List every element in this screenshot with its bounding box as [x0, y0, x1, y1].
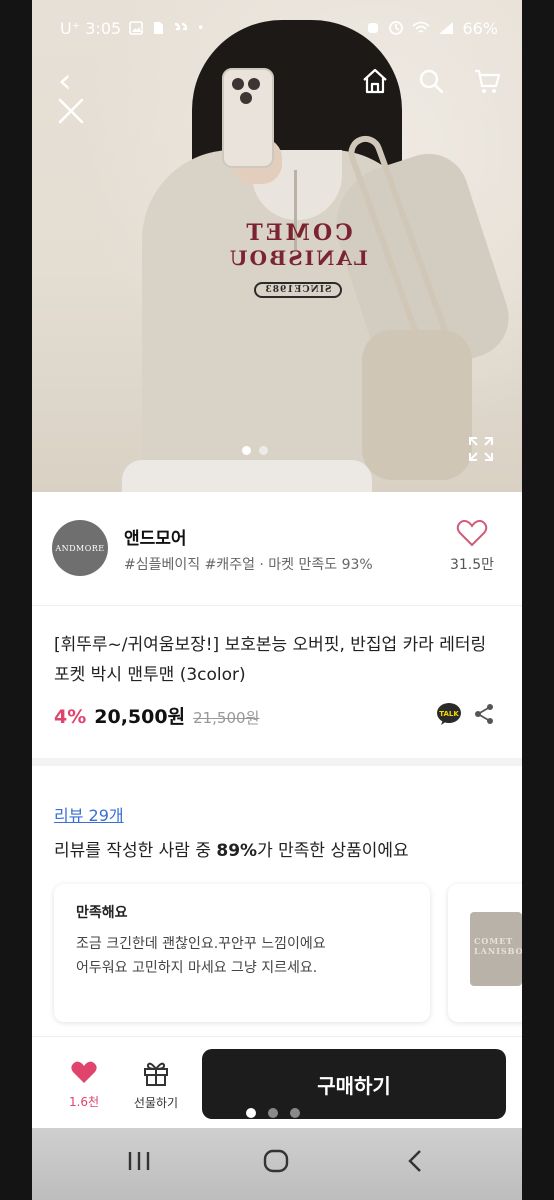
- gift-label: 선물하기: [133, 1096, 179, 1110]
- page-dot: [290, 1108, 300, 1118]
- alarm-icon: [368, 23, 379, 33]
- phone-screen: COMET LANISBOU SINCE1983 U⁺ 3:05 • 66% ‹: [32, 0, 522, 1200]
- image-nav: ‹: [32, 62, 522, 102]
- discount-rate: 4%: [54, 706, 87, 728]
- talk-label: TALK: [439, 710, 459, 718]
- original-price: 21,500원: [193, 709, 260, 727]
- product-image[interactable]: COMET LANISBOU SINCE1983 U⁺ 3:05 • 66% ‹: [32, 0, 522, 492]
- image-icon: [129, 21, 143, 35]
- carrier-time: U⁺ 3:05: [60, 18, 122, 38]
- review-photo[interactable]: COMET LANISBOU: [470, 912, 522, 986]
- sweatshirt-print: COMET LANISBOU SINCE1983: [228, 220, 368, 298]
- wishlist-count: 1.6천: [68, 1095, 100, 1109]
- print-line1: COMET: [243, 220, 353, 246]
- sim-icon: [154, 22, 164, 34]
- wifi-icon: [412, 21, 431, 33]
- like-count: 31.5만: [449, 557, 495, 573]
- store-name[interactable]: 앤드모어: [124, 524, 187, 549]
- heart-outline-icon: [456, 519, 488, 547]
- summary-percent: 89%: [216, 841, 258, 861]
- image-dot: [259, 446, 268, 455]
- review-section: 리뷰 29개 리뷰를 작성한 사람 중 89%가 만족한 상품이에요 만족해요 …: [32, 774, 522, 1036]
- review-line: 조금 크긴한데 괜찮인요.꾸안꾸 느낌이에요: [76, 936, 326, 952]
- store-avatar[interactable]: ANDMORE: [52, 520, 108, 576]
- clock-icon: [389, 21, 404, 35]
- system-back-icon[interactable]: [404, 1148, 426, 1174]
- expand-icon[interactable]: [468, 436, 494, 462]
- review-photo-print: COMET LANISBOU: [474, 936, 522, 956]
- page-dot: [246, 1108, 256, 1118]
- gift-icon: [144, 1062, 168, 1086]
- review-summary: 리뷰를 작성한 사람 중 89%가 만족한 상품이에요: [54, 836, 409, 861]
- product-title: [휘뚜루~/귀여움보장!] 보호본능 오버핏, 반집업 카라 레터링 포켓 박시…: [54, 635, 487, 685]
- recent-apps-icon[interactable]: [126, 1148, 152, 1174]
- right-letterbox: [522, 0, 554, 1200]
- page-dot: [268, 1108, 278, 1118]
- signal-icon: [439, 22, 454, 34]
- home-button-icon[interactable]: [262, 1148, 290, 1174]
- close-icon[interactable]: [56, 96, 86, 126]
- store-like-button[interactable]: 31.5만: [442, 518, 502, 574]
- image-indicator: [242, 446, 268, 455]
- search-icon[interactable]: [416, 66, 446, 96]
- battery-level: 66%: [462, 18, 498, 38]
- print-badge: SINCE1983: [254, 282, 342, 298]
- product-info: [휘뚜루~/귀여움보장!] 보호본능 오버핏, 반집업 카라 레터링 포켓 박시…: [32, 606, 522, 766]
- page-indicator: [246, 1108, 300, 1118]
- dot-icon: •: [197, 21, 205, 35]
- quote-icon: [175, 22, 188, 31]
- review-card[interactable]: COMET LANISBOU: [448, 884, 522, 1022]
- kakao-talk-icon[interactable]: TALK: [436, 702, 462, 726]
- review-rating: 만족해요: [76, 905, 128, 921]
- back-icon[interactable]: ‹: [58, 64, 72, 98]
- gift-button[interactable]: 선물하기: [124, 1059, 188, 1111]
- left-letterbox: [0, 0, 32, 1200]
- print-line2: LANISBOU: [228, 246, 368, 270]
- review-text: 조금 크긴한데 괜찮인요.꾸안꾸 느낌이에요 어두워요 고민하지 마세요 그냥 …: [76, 932, 408, 980]
- model-skirt: [122, 460, 372, 492]
- review-card[interactable]: 만족해요 조금 크긴한데 괜찮인요.꾸안꾸 느낌이에요 어두워요 고민하지 마세…: [54, 884, 430, 1022]
- store-tags: #심플베이직 #캐주얼 · 마켓 만족도 93%: [124, 557, 373, 573]
- sale-price: 20,500원: [94, 706, 186, 728]
- wishlist-button[interactable]: 1.6천: [62, 1059, 106, 1110]
- bag: [362, 330, 472, 480]
- system-navigation-bar: [32, 1128, 522, 1200]
- summary-prefix: 리뷰를 작성한 사람 중: [54, 841, 217, 861]
- review-count-link[interactable]: 리뷰 29개: [54, 802, 124, 826]
- price-row: 4% 20,500원 21,500원: [54, 702, 259, 729]
- home-icon[interactable]: [360, 66, 390, 96]
- image-dot: [242, 446, 251, 455]
- store-row[interactable]: ANDMORE 앤드모어 #심플베이직 #캐주얼 · 마켓 만족도 93% 31…: [32, 492, 522, 606]
- share-icon[interactable]: [472, 702, 496, 726]
- status-bar: U⁺ 3:05 • 66%: [32, 0, 522, 56]
- review-line: 어두워요 고민하지 마세요 그냥 지르세요.: [76, 960, 318, 976]
- heart-filled-icon: [71, 1061, 97, 1083]
- summary-suffix: 가 만족한 상품이에요: [257, 841, 409, 861]
- cart-icon[interactable]: [472, 66, 502, 96]
